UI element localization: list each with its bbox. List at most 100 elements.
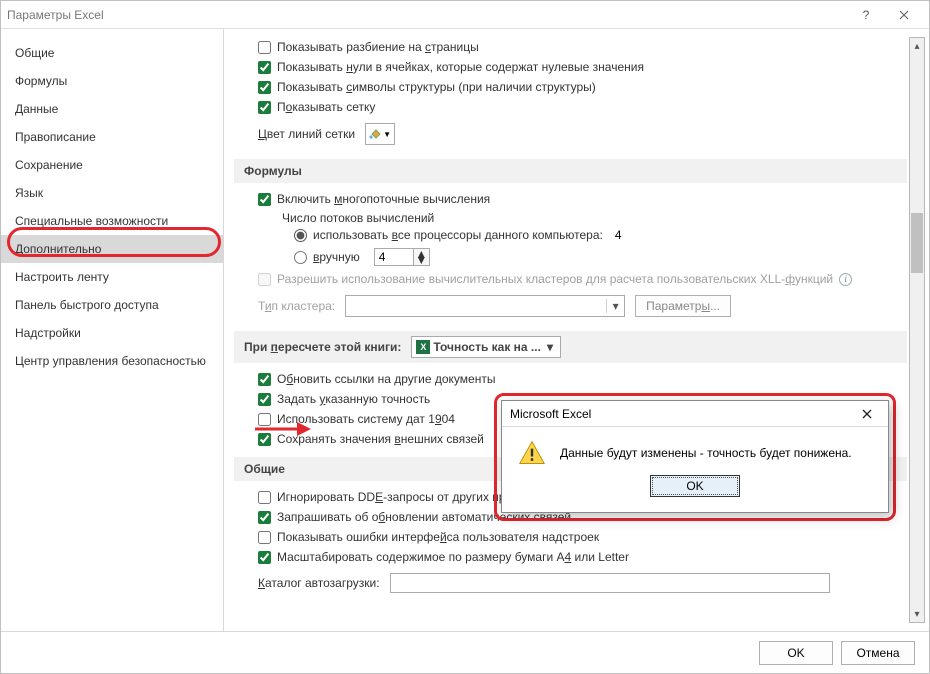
opt-show-zeros[interactable]: Показывать нули в ячейках, которые содер… xyxy=(234,57,907,77)
window-title: Параметры Excel xyxy=(7,8,104,22)
radio-all-cpu[interactable]: использовать все процессоры данного комп… xyxy=(294,225,907,245)
group-recalc: При пересчете этой книги: X Точность как… xyxy=(234,331,907,363)
opt-ignore-dde-check[interactable] xyxy=(258,491,271,504)
opt-outline-symbols-check[interactable] xyxy=(258,81,271,94)
sidebar-item-ribbon[interactable]: Настроить ленту xyxy=(1,263,223,291)
workbook-selector[interactable]: X Точность как на ... ▾ xyxy=(411,336,561,358)
thread-count-spinner[interactable]: ▲▼ xyxy=(374,248,430,266)
opt-page-breaks-check[interactable] xyxy=(258,41,271,54)
excel-options-window: Параметры Excel ? Общие Формулы Данные П… xyxy=(0,0,930,674)
scroll-thumb[interactable] xyxy=(911,213,923,273)
chevron-down-icon: ▼ xyxy=(383,130,391,139)
titlebar: Параметры Excel ? xyxy=(1,1,929,29)
help-button[interactable]: ? xyxy=(847,1,885,29)
sidebar-item-formulas[interactable]: Формулы xyxy=(1,67,223,95)
opt-scale-a4-label: Масштабировать содержимое по размеру бум… xyxy=(277,550,629,564)
autostart-path-input[interactable] xyxy=(390,573,830,593)
msgbox-precision-warning: Microsoft Excel Данные будут изменены - … xyxy=(501,400,889,513)
opt-scale-a4[interactable]: Масштабировать содержимое по размеру бум… xyxy=(234,547,907,567)
opt-update-links-label: Обновить ссылки на другие документы xyxy=(277,372,495,386)
warning-icon xyxy=(518,439,546,467)
spinner-buttons[interactable]: ▲▼ xyxy=(414,248,430,266)
opt-addin-errors[interactable]: Показывать ошибки интерфейса пользовател… xyxy=(234,527,907,547)
cluster-type-label: Тип кластера: xyxy=(258,299,335,313)
scroll-down[interactable]: ▾ xyxy=(910,606,924,622)
radio-all-cpu-input[interactable] xyxy=(294,229,307,242)
cluster-type-combo[interactable]: ▾ xyxy=(345,295,625,317)
opt-show-zeros-label: Показывать нули в ячейках, которые содер… xyxy=(277,60,644,74)
sidebar-item-save[interactable]: Сохранение xyxy=(1,151,223,179)
cluster-type-row: Тип кластера: ▾ Параметры... xyxy=(234,289,907,323)
close-icon xyxy=(862,409,872,419)
opt-show-gridlines[interactable]: Показывать сетку xyxy=(234,97,907,117)
thread-count-input[interactable] xyxy=(374,248,414,266)
sidebar-item-addins[interactable]: Надстройки xyxy=(1,319,223,347)
msgbox-text: Данные будут изменены - точность будет п… xyxy=(560,446,852,460)
scroll-up[interactable]: ▴ xyxy=(910,38,924,54)
msgbox-ok-button[interactable]: OK xyxy=(650,475,740,497)
opt-show-gridlines-label: Показывать сетку xyxy=(277,100,375,114)
info-icon[interactable]: i xyxy=(839,273,852,286)
opt-scale-a4-check[interactable] xyxy=(258,551,271,564)
cpu-count: 4 xyxy=(615,228,622,242)
opt-xll-cluster-check xyxy=(258,273,271,286)
opt-xll-cluster-label: Разрешить использование вычислительных к… xyxy=(277,272,833,286)
opt-1904-date-check[interactable] xyxy=(258,413,271,426)
close-icon xyxy=(899,10,909,20)
opt-page-breaks-label: Показывать разбиение на страницы xyxy=(277,40,479,54)
opt-ask-update-check[interactable] xyxy=(258,511,271,524)
dialog-footer: OK Отмена xyxy=(1,631,929,673)
cluster-params-button: Параметры... xyxy=(635,295,731,317)
opt-update-links-check[interactable] xyxy=(258,373,271,386)
opt-precision-as-displayed-check[interactable] xyxy=(258,393,271,406)
sidebar-item-qat[interactable]: Панель быстрого доступа xyxy=(1,291,223,319)
opt-save-ext-links-label: Сохранять значения внешних связей xyxy=(277,432,484,446)
radio-manual-cpu-label: вручную xyxy=(313,250,360,264)
opt-show-zeros-check[interactable] xyxy=(258,61,271,74)
opt-multithread-label: Включить многопоточные вычисления xyxy=(277,192,490,206)
ok-button[interactable]: OK xyxy=(759,641,833,665)
msgbox-titlebar: Microsoft Excel xyxy=(502,401,888,427)
advanced-options-panel: Показывать разбиение на страницы Показыв… xyxy=(234,37,907,623)
opt-multithread[interactable]: Включить многопоточные вычисления xyxy=(234,189,907,209)
cancel-button[interactable]: Отмена xyxy=(841,641,915,665)
sidebar: Общие Формулы Данные Правописание Сохран… xyxy=(1,29,224,631)
close-button[interactable] xyxy=(885,1,923,29)
msgbox-title: Microsoft Excel xyxy=(510,407,591,421)
sidebar-item-trust[interactable]: Центр управления безопасностью xyxy=(1,347,223,375)
sidebar-item-proofing[interactable]: Правописание xyxy=(1,123,223,151)
opt-gridline-color-label: Цвет линий сетки xyxy=(258,127,355,141)
sidebar-item-general[interactable]: Общие xyxy=(1,39,223,67)
sidebar-item-advanced[interactable]: Дополнительно xyxy=(1,235,223,263)
opt-gridline-color-row: Цвет линий сетки ▼ xyxy=(234,117,907,151)
opt-precision-as-displayed-label: Задать указанную точность xyxy=(277,392,430,406)
sidebar-item-access[interactable]: Специальные возможности xyxy=(1,207,223,235)
opt-outline-symbols-label: Показывать символы структуры (при наличи… xyxy=(277,80,596,94)
opt-save-ext-links-check[interactable] xyxy=(258,433,271,446)
opt-multithread-check[interactable] xyxy=(258,193,271,206)
workbook-selector-label: Точность как на ... xyxy=(433,340,541,354)
excel-icon: X xyxy=(416,340,430,354)
sidebar-item-data[interactable]: Данные xyxy=(1,95,223,123)
vertical-scrollbar[interactable]: ▴ ▾ xyxy=(909,37,925,623)
radio-manual-cpu[interactable]: вручную ▲▼ xyxy=(294,245,907,269)
opt-xll-cluster: Разрешить использование вычислительных к… xyxy=(234,269,907,289)
opt-addin-errors-label: Показывать ошибки интерфейса пользовател… xyxy=(277,530,599,544)
group-formulas: Формулы xyxy=(234,159,907,183)
chevron-down-icon: ▾ xyxy=(544,340,556,354)
opt-outline-symbols[interactable]: Показывать символы структуры (при наличи… xyxy=(234,77,907,97)
sidebar-item-language[interactable]: Язык xyxy=(1,179,223,207)
opt-update-links[interactable]: Обновить ссылки на другие документы xyxy=(234,369,907,389)
opt-autostart-label: Каталог автозагрузки: xyxy=(258,576,380,590)
opt-addin-errors-check[interactable] xyxy=(258,531,271,544)
threads-label: Число потоков вычислений xyxy=(234,209,907,225)
msgbox-close-button[interactable] xyxy=(854,404,880,424)
gridline-color-picker[interactable]: ▼ xyxy=(365,123,395,145)
chevron-down-icon: ▾ xyxy=(606,299,624,313)
radio-all-cpu-label: использовать все процессоры данного комп… xyxy=(313,228,603,242)
opt-show-gridlines-check[interactable] xyxy=(258,101,271,114)
radio-manual-cpu-input[interactable] xyxy=(294,251,307,264)
opt-autostart-row: Каталог автозагрузки: xyxy=(234,567,907,599)
bucket-icon xyxy=(369,128,381,140)
opt-page-breaks[interactable]: Показывать разбиение на страницы xyxy=(234,37,907,57)
